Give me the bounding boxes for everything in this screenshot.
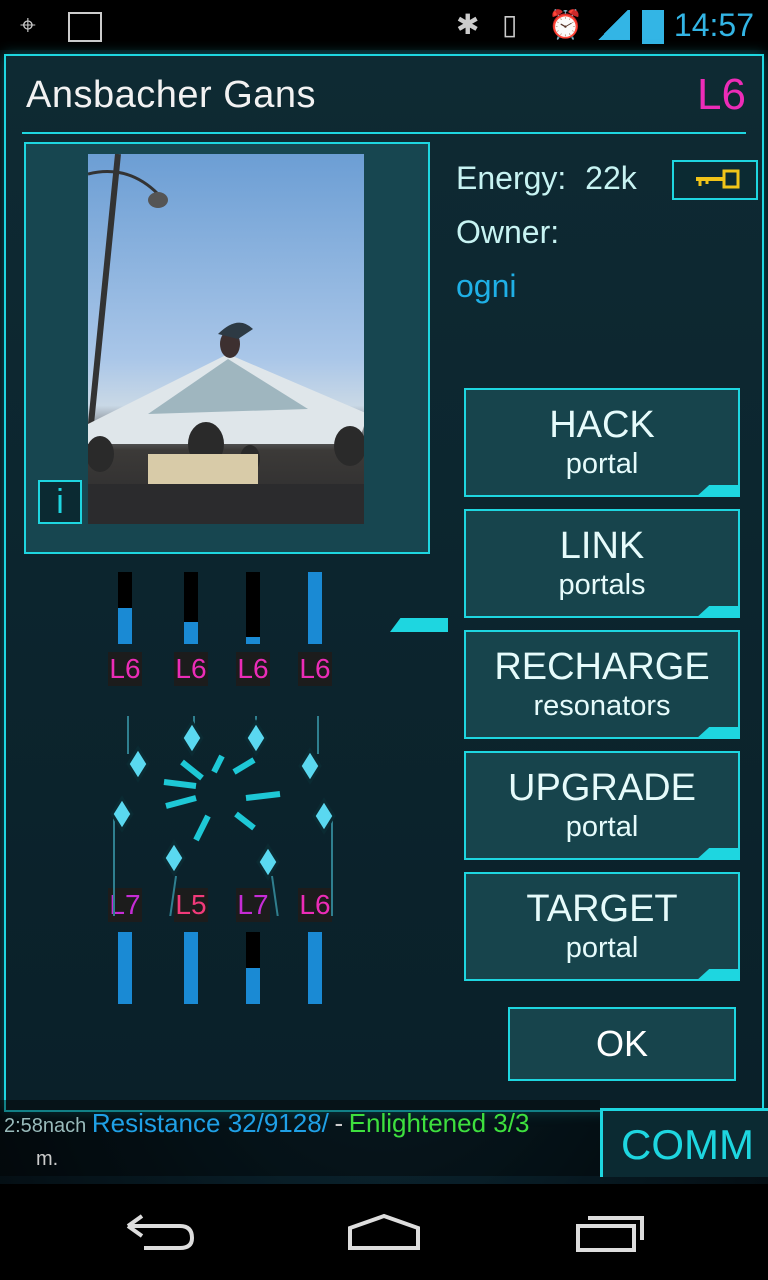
resonator-crystal-icon: [256, 843, 280, 881]
button-notch: [696, 969, 740, 981]
owner-label: Owner:: [456, 214, 560, 250]
chat-line-2: m.: [36, 1148, 59, 1170]
comm-label: COMM: [621, 1121, 754, 1168]
chat-line-1: 2:58nach Resistance 32/9128/ - Enlighten…: [4, 1108, 529, 1139]
resonator-bottom-3-energy-fill: [246, 968, 260, 1004]
resonator-bottom-3-energy-bar: [246, 932, 260, 1004]
key-icon: [696, 169, 740, 189]
octagon-spoke: [165, 795, 197, 809]
octagon-spoke: [234, 811, 256, 831]
hack-label: HACK: [549, 404, 655, 446]
ok-button[interactable]: OK: [508, 1007, 736, 1081]
clock: 14:57: [673, 7, 754, 43]
resonator-bottom-1-energy-fill: [118, 932, 132, 1004]
recharge-label: RECHARGE: [494, 646, 710, 688]
resonator-bottom-4-energy-bar: [308, 932, 322, 1004]
resonator-top-1-energy-fill: [118, 608, 132, 644]
energy-stat: Energy: 22k: [456, 160, 637, 197]
link-sublabel: portals: [558, 569, 646, 601]
gps-icon: ⌖: [20, 9, 36, 40]
resonator-top-3-energy-fill: [246, 636, 260, 644]
owner-name[interactable]: ogni: [456, 268, 517, 305]
hack-sublabel: portal: [565, 448, 639, 480]
vibrate-icon: ▯: [502, 9, 518, 40]
octagon-spoke: [163, 779, 197, 789]
resonator-crystal-icon: [180, 719, 204, 757]
portal-dialog: Ansbacher Gans L6 i Energy: 22k Owner: o…: [4, 54, 764, 1112]
comm-button[interactable]: COMM: [600, 1108, 768, 1177]
battery-icon: [642, 10, 664, 44]
resonator-top-2-energy-bar: [184, 572, 198, 644]
recent-apps-icon[interactable]: [574, 1214, 646, 1254]
portal-level: L6: [697, 70, 746, 119]
resonator-top-1-energy-bar: [118, 572, 132, 644]
resonator-top-4-level-label[interactable]: L6: [298, 652, 332, 686]
signal-icon: [596, 10, 630, 40]
resonator-crystal-icon: [126, 745, 150, 783]
resonator-top-3-level-label[interactable]: L6: [236, 652, 270, 686]
chat-enlightened: Enlightened 3/3: [348, 1108, 530, 1138]
recharge-sublabel: resonators: [533, 690, 671, 722]
portal-key-button[interactable]: [672, 160, 758, 200]
navigation-bar: [0, 1184, 768, 1280]
recharge-resonators-button[interactable]: RECHARGE resonators: [464, 630, 740, 739]
link-label: LINK: [559, 525, 645, 567]
resonator-bottom-2-energy-bar: [184, 932, 198, 1004]
button-notch: [696, 727, 740, 739]
chat-resistance: Resistance 32/9128/: [91, 1108, 329, 1138]
resonator-bottom-4-energy-fill: [308, 932, 322, 1004]
target-label: TARGET: [526, 888, 678, 930]
button-notch: [696, 485, 740, 497]
resonator-octagon: [110, 716, 336, 916]
button-notch: [696, 848, 740, 860]
target-portal-button[interactable]: TARGET portal: [464, 872, 740, 981]
resonator-top-1-level-label[interactable]: L6: [108, 652, 142, 686]
octagon-spoke: [193, 814, 211, 842]
resonator-top-4-energy-bar: [308, 572, 322, 644]
resonator-top-4-energy-fill: [308, 572, 322, 644]
resonator-crystal-icon: [162, 839, 186, 877]
connector-line: [169, 875, 177, 916]
resonator-bottom-1-energy-bar: [118, 932, 132, 1004]
button-notch: [696, 606, 740, 618]
octagon-spoke: [180, 759, 204, 781]
target-sublabel: portal: [565, 932, 639, 964]
resonator-bottom-2-energy-fill: [184, 932, 198, 1004]
chat-ticker: 2:58nach Resistance 32/9128/ - Enlighten…: [0, 1100, 600, 1176]
alarm-icon: ⏰: [548, 9, 583, 40]
resonator-top-2-level-label[interactable]: L6: [174, 652, 208, 686]
home-icon[interactable]: [346, 1212, 422, 1252]
octagon-spoke: [232, 757, 256, 775]
energy-value: 22k: [585, 160, 637, 196]
resonator-diagram: L6 L6 L6 L6 L7 L5 L7 L6: [6, 56, 462, 1056]
connector-line: [271, 875, 279, 916]
resonator-crystal-icon: [244, 719, 268, 757]
resonator-top-3-energy-bar: [246, 572, 260, 644]
hack-portal-button[interactable]: HACK portal: [464, 388, 740, 497]
chat-time: 2:58nach: [4, 1115, 87, 1137]
upgrade-portal-button[interactable]: UPGRADE portal: [464, 751, 740, 860]
image-notification-icon: [68, 12, 102, 42]
bluetooth-icon: ✱: [456, 9, 480, 40]
chat-separator: -: [334, 1108, 344, 1138]
resonator-top-2-energy-fill: [184, 622, 198, 644]
octagon-spoke: [211, 754, 225, 774]
upgrade-sublabel: portal: [565, 811, 639, 843]
upgrade-label: UPGRADE: [508, 767, 696, 809]
link-portals-button[interactable]: LINK portals: [464, 509, 740, 618]
status-bar: ⌖ ✱ ▯ ⏰ 14:57: [0, 0, 768, 50]
energy-label: Energy:: [456, 160, 567, 196]
resonator-crystal-icon: [298, 747, 322, 785]
back-icon[interactable]: [124, 1212, 196, 1252]
octagon-spoke: [245, 791, 281, 801]
